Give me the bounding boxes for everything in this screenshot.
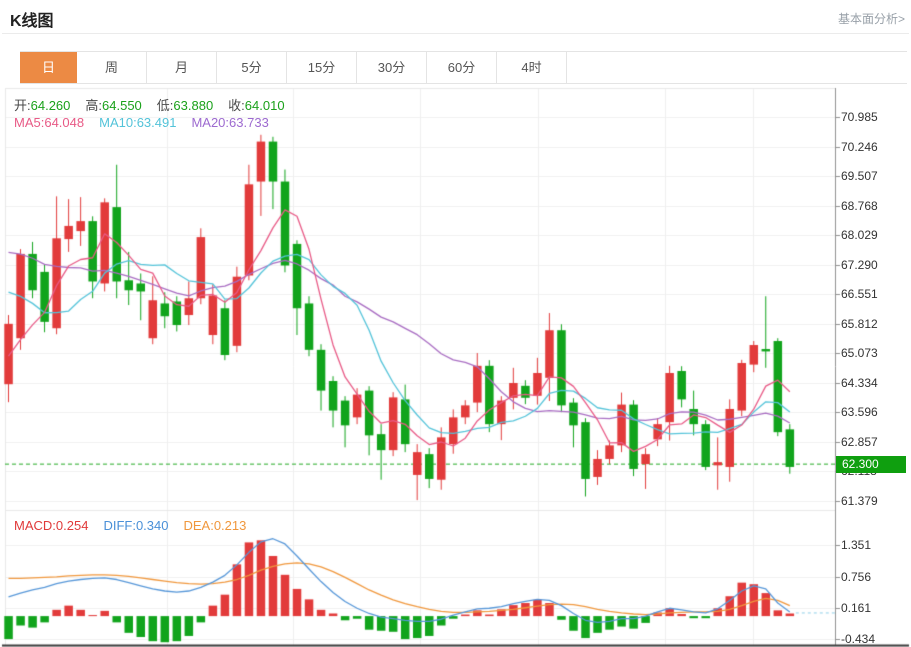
legend-macd-item: MACD:0.254 [14,518,88,533]
tab-周[interactable]: 周 [77,52,147,83]
legend-ma-item: MA5:64.048 [14,115,84,130]
price-axis-label: 70.985 [841,110,878,124]
ma-legend: MA5:64.048 MA10:63.491 MA20:63.733 [14,115,269,130]
page-title: K线图 [10,7,54,31]
macd-axis-label: -0.434 [841,632,875,646]
price-axis-label: 68.029 [841,228,878,242]
tab-30分[interactable]: 30分 [357,52,427,83]
macd-axis-label: 0.161 [841,601,871,615]
legend-ma-item: MA20:63.733 [191,115,268,130]
price-axis-label: 67.290 [841,258,878,272]
tab-60分[interactable]: 60分 [427,52,497,83]
price-axis-label: 62.857 [841,435,878,449]
tabbar-filler [567,52,907,83]
legend-ohlc-item: 低:63.880 [157,95,213,114]
price-axis-label: 66.551 [841,287,878,301]
tab-日[interactable]: 日 [20,52,77,83]
price-axis-label: 68.768 [841,199,878,213]
legend-ma-item: MA10:63.491 [99,115,176,130]
legend-macd-item: DIFF:0.340 [103,518,168,533]
tab-5分[interactable]: 5分 [217,52,287,83]
price-axis-label: 63.596 [841,405,878,419]
tab-4时[interactable]: 4时 [497,52,567,83]
kline-app: K线图 基本面分析> 日周月5分15分30分60分4时 开:64.260 高:64… [0,0,911,647]
legend-ohlc-item: 高:64.550 [85,95,141,114]
price-axis-label: 65.812 [841,317,878,331]
price-axis-label: 64.334 [841,376,878,390]
price-axis-label: 61.379 [841,494,878,508]
legend-ohlc-item: 收:64.010 [228,95,284,114]
macd-axis-label: 0.756 [841,570,871,584]
tab-15分[interactable]: 15分 [287,52,357,83]
current-price-tag: 62.300 [836,456,906,473]
tab-月[interactable]: 月 [147,52,217,83]
header-divider [2,33,909,34]
price-axis-label: 70.246 [841,140,878,154]
interval-tabbar: 日周月5分15分30分60分4时 [20,51,907,84]
price-axis-label: 65.073 [841,346,878,360]
price-axis-label: 69.507 [841,169,878,183]
macd-axis-label: 1.351 [841,538,871,552]
ohlc-legend: 开:64.260 高:64.550 低:63.880 收:64.010 [14,95,285,114]
fundamental-analysis-link[interactable]: 基本面分析> [838,10,905,27]
legend-macd-item: DEA:0.213 [183,518,246,533]
macd-legend: MACD:0.254 DIFF:0.340 DEA:0.213 [14,518,246,533]
legend-ohlc-item: 开:64.260 [14,95,70,114]
